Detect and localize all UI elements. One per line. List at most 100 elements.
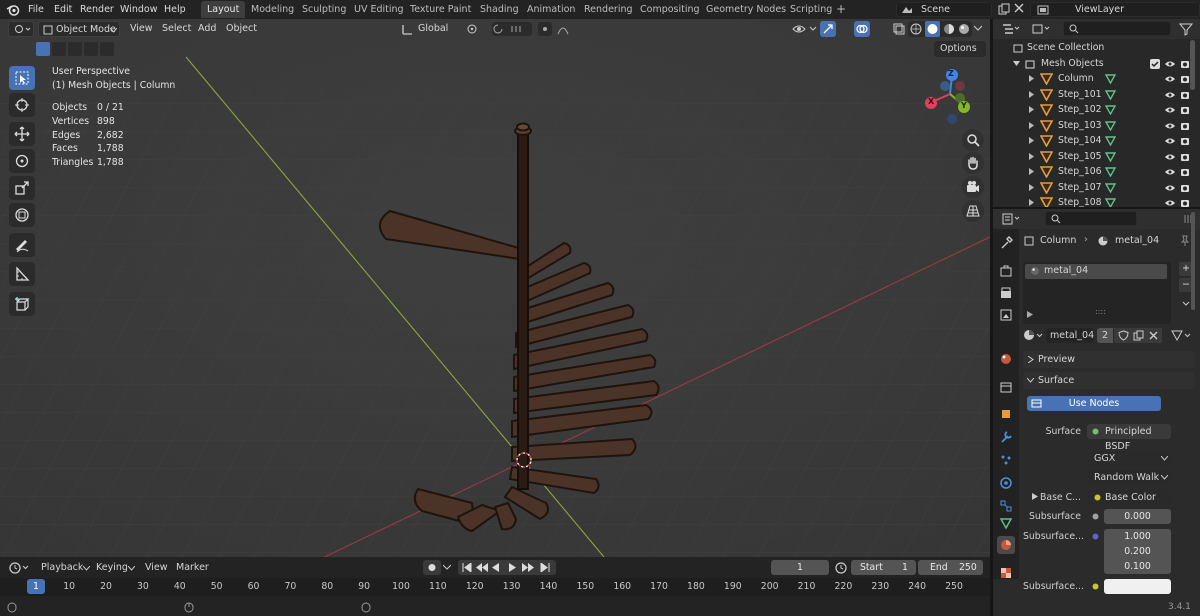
eye-icon[interactable] <box>1164 199 1176 207</box>
menu-window[interactable]: Window <box>120 2 157 17</box>
eye-icon[interactable] <box>1164 75 1176 83</box>
add-cube-tool[interactable] <box>9 292 35 316</box>
socket-dot-icon[interactable] <box>1092 533 1099 540</box>
close-scene-icon[interactable] <box>1014 3 1026 15</box>
list-expand-arrow-icon[interactable] <box>1027 311 1033 318</box>
expand-arrow-icon[interactable] <box>1029 75 1034 82</box>
display-mode-icon[interactable] <box>1031 22 1051 36</box>
tab-view-layer-icon[interactable] <box>997 306 1015 324</box>
menu-help[interactable]: Help <box>164 2 186 17</box>
transform-orientation-dropdown[interactable]: Global <box>400 21 462 37</box>
select-subtract-button[interactable] <box>68 42 82 56</box>
mesh-data-icon[interactable] <box>1105 136 1116 146</box>
mesh-data-icon[interactable] <box>1105 89 1116 100</box>
tab-modifier-icon[interactable] <box>997 428 1015 446</box>
visibility-dropdown[interactable] <box>792 22 820 36</box>
select-box-tool[interactable] <box>9 66 35 90</box>
expand-arrow-icon[interactable] <box>1029 199 1034 206</box>
editor-type-dropdown[interactable] <box>8 21 34 37</box>
overlays-toggle[interactable] <box>854 21 870 37</box>
tab-output-icon[interactable] <box>997 284 1015 302</box>
mesh-data-icon[interactable] <box>1105 74 1116 84</box>
3d-viewport[interactable] <box>0 19 990 557</box>
tab-sculpting[interactable]: Sculpting <box>296 1 352 18</box>
outliner-item[interactable]: Step_107 <box>993 180 1200 196</box>
use-nodes-button[interactable]: Use Nodes <box>1027 396 1161 411</box>
camera-view-button[interactable] <box>962 176 984 198</box>
timeline-menu-view[interactable]: View <box>145 562 168 573</box>
mesh-data-icon[interactable] <box>1105 198 1116 207</box>
select-extend-button[interactable] <box>52 42 66 56</box>
eye-icon[interactable] <box>1164 137 1176 145</box>
rotate-tool[interactable] <box>9 149 35 173</box>
tab-layout[interactable]: Layout <box>201 1 246 18</box>
link-type-icon[interactable] <box>1170 329 1194 342</box>
perspective-toggle-button[interactable] <box>962 200 984 222</box>
render-camera-icon[interactable] <box>1180 198 1190 207</box>
tab-data-icon[interactable] <box>997 514 1015 532</box>
select-intersect-button[interactable] <box>100 42 114 56</box>
material-name-field[interactable]: metal_04 <box>1046 328 1094 343</box>
render-camera-icon[interactable] <box>1180 59 1190 69</box>
tab-rendering[interactable]: Rendering <box>578 1 639 18</box>
tab-texture-paint[interactable]: Texture Paint <box>404 1 477 18</box>
tab-texture-icon[interactable] <box>997 564 1015 582</box>
outliner-search-input[interactable] <box>1063 21 1171 36</box>
mesh-data-icon[interactable] <box>1105 151 1116 162</box>
outliner-editor-type-icon[interactable] <box>1001 22 1021 36</box>
fake-user-shield-icon[interactable] <box>1118 330 1129 341</box>
keying-options-chevron-icon[interactable] <box>443 564 453 574</box>
move-tool[interactable] <box>9 122 35 146</box>
render-camera-icon[interactable] <box>1180 121 1190 131</box>
pin-icon[interactable] <box>1180 235 1190 247</box>
preview-range-icon[interactable] <box>834 560 848 575</box>
expand-arrow-icon[interactable] <box>1029 168 1034 175</box>
subsurface-radius-y-field[interactable]: 0.200 <box>1104 544 1171 559</box>
filter-icon[interactable] <box>1179 22 1193 36</box>
tab-compositing[interactable]: Compositing <box>634 1 706 18</box>
render-camera-icon[interactable] <box>1180 183 1190 193</box>
render-camera-icon[interactable] <box>1180 90 1190 100</box>
eye-icon[interactable] <box>1164 106 1176 114</box>
options-dropdown[interactable]: Options <box>934 41 986 57</box>
material-slot-item[interactable]: metal_04 <box>1025 264 1167 279</box>
subsurface-radius-x-field[interactable]: 1.000 <box>1104 529 1171 544</box>
tab-particles-icon[interactable] <box>997 451 1015 469</box>
annotate-tool[interactable] <box>9 233 35 257</box>
scene-selector[interactable]: Scene <box>896 2 992 17</box>
subsurface-radius-z-field[interactable]: 0.100 <box>1104 559 1171 574</box>
select-invert-button[interactable] <box>84 42 98 56</box>
outliner-scrollbar[interactable] <box>1190 40 1195 90</box>
timeline-menu-keying[interactable]: Keying <box>96 562 128 573</box>
eye-icon[interactable] <box>1164 184 1176 192</box>
pivot-point-icon[interactable] <box>465 22 479 36</box>
properties-search-input[interactable] <box>1045 211 1137 226</box>
menu-object[interactable]: Object <box>226 21 257 37</box>
view-layer-selector[interactable]: ViewLayer <box>1030 2 1200 17</box>
eye-icon[interactable] <box>1164 91 1176 99</box>
shading-options-chevron-icon[interactable] <box>974 25 984 35</box>
tab-object-icon[interactable] <box>997 405 1015 423</box>
mesh-data-icon[interactable] <box>1105 167 1116 177</box>
copy-scene-icon[interactable] <box>998 3 1012 15</box>
surface-shader-field[interactable]: Principled BSDF <box>1087 424 1171 452</box>
add-workspace-button[interactable]: + <box>830 1 852 18</box>
outliner-item[interactable]: Step_101 <box>993 87 1200 103</box>
frame-start-field[interactable]: Start 1 <box>851 560 916 575</box>
socket-dot-icon[interactable] <box>1092 513 1099 520</box>
subsurface-color-swatch[interactable] <box>1104 579 1171 594</box>
next-keyframe-icon[interactable] <box>522 563 534 572</box>
outliner-item[interactable]: Step_108 <box>993 195 1200 207</box>
wireframe-shading-icon[interactable] <box>910 23 922 35</box>
jump-start-icon[interactable] <box>462 563 472 572</box>
menu-view[interactable]: View <box>130 21 153 37</box>
menu-file[interactable]: File <box>28 2 44 17</box>
expand-arrow-icon[interactable] <box>1029 183 1034 191</box>
tab-constraints-icon[interactable] <box>997 497 1015 515</box>
outliner-item[interactable]: Step_105 <box>993 149 1200 165</box>
menu-edit[interactable]: Edit <box>54 2 72 17</box>
timeline-menu-playback[interactable]: Playback <box>41 562 83 573</box>
expand-arrow-icon[interactable] <box>1032 493 1038 500</box>
material-shading-icon[interactable] <box>943 23 955 35</box>
timeline-editor-type-icon[interactable] <box>8 561 32 575</box>
